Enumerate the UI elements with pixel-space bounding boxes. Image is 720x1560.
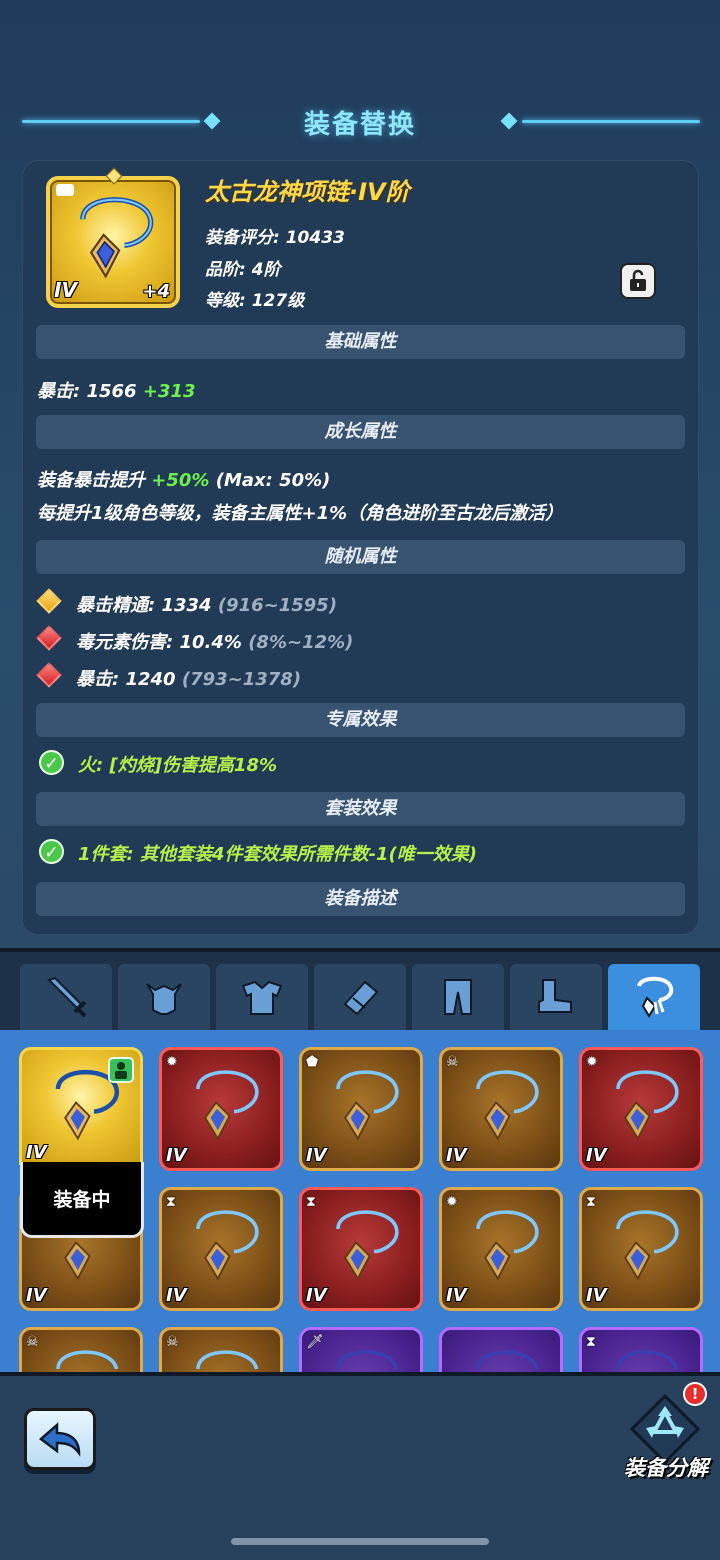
home-indicator[interactable] bbox=[231, 1538, 489, 1545]
random-stat-label: 毒元素伤害: 10.4% bbox=[76, 632, 242, 653]
sword-icon bbox=[47, 976, 87, 1018]
basic-stat: 暴击: 1566 +313 bbox=[37, 377, 196, 403]
random-stat-1: 暴击精通: 1334 (916~1595) bbox=[76, 591, 337, 617]
exclusive-effect: 火: [灼烧]伤害提高18% bbox=[78, 755, 278, 776]
inventory-item[interactable] bbox=[439, 1327, 563, 1372]
section-set: 套装效果 bbox=[36, 792, 685, 826]
necklace-icon bbox=[336, 1350, 399, 1370]
inventory-item[interactable]: ✹ IV bbox=[439, 1187, 563, 1311]
notification-badge: ! bbox=[683, 1382, 707, 1406]
basic-stat-label: 暴击: 1566 bbox=[37, 381, 137, 402]
check-icon: ✓ bbox=[39, 750, 64, 775]
necklace-icon bbox=[196, 1350, 259, 1370]
inventory-item[interactable]: ☠ bbox=[19, 1327, 143, 1372]
item-portrait[interactable]: IV +4 bbox=[46, 176, 180, 308]
unlock-icon bbox=[630, 269, 646, 291]
inventory-item[interactable]: ⧗ bbox=[579, 1327, 703, 1372]
tab-weapon[interactable] bbox=[20, 964, 112, 1030]
growth-stat-2: 每提升1级角色等级，装备主属性+1%（角色进阶至古龙后激活） bbox=[37, 503, 564, 524]
set-effect: 1件套: 其他套装4件套效果所需件数-1(唯一效果) bbox=[78, 844, 477, 865]
inventory-item[interactable]: ⧗ IV bbox=[579, 1187, 703, 1311]
section-random: 随机属性 bbox=[36, 540, 685, 574]
back-arrow-icon bbox=[39, 1422, 81, 1457]
inventory-item[interactable]: 🗡 bbox=[299, 1327, 423, 1372]
pants-icon bbox=[444, 979, 472, 1015]
item-grade: 品阶: 4阶 bbox=[205, 260, 281, 280]
necklace-icon bbox=[637, 976, 674, 1018]
necklace-icon bbox=[336, 1070, 399, 1141]
equipped-label: 装备中 bbox=[20, 1162, 144, 1238]
tab-boots[interactable] bbox=[510, 964, 602, 1030]
growth-stat-1: 装备暴击提升 +50% (Max: 50%) bbox=[37, 466, 330, 492]
section-description: 装备描述 bbox=[36, 882, 685, 916]
tier-numeral: IV bbox=[306, 1145, 327, 1166]
basic-stat-bonus: +313 bbox=[142, 381, 196, 402]
random-stat-range: (793~1378) bbox=[181, 669, 302, 690]
tier-numeral: IV bbox=[306, 1285, 327, 1306]
inventory-item[interactable]: ☠ bbox=[159, 1327, 283, 1372]
random-stat-2: 毒元素伤害: 10.4% (8%~12%) bbox=[76, 628, 353, 654]
armor-icon bbox=[241, 980, 283, 1015]
lock-button[interactable] bbox=[620, 263, 656, 299]
tier-numeral: IV bbox=[586, 1145, 607, 1166]
necklace-icon bbox=[336, 1210, 399, 1281]
item-name: 太古龙神项链·IV阶 bbox=[205, 178, 410, 206]
inventory-item[interactable]: ✹ IV bbox=[159, 1047, 283, 1171]
tab-helmet[interactable] bbox=[118, 964, 210, 1030]
inventory-item[interactable]: ⬟ IV bbox=[299, 1047, 423, 1171]
random-stat-3: 暴击: 1240 (793~1378) bbox=[76, 665, 301, 691]
section-exclusive: 专属效果 bbox=[36, 703, 685, 737]
check-icon: ✓ bbox=[39, 839, 64, 864]
item-score: 装备评分: 10433 bbox=[205, 228, 345, 248]
inventory-item[interactable]: ☠ IV bbox=[439, 1047, 563, 1171]
item-level: 等级: 127级 bbox=[205, 291, 305, 311]
back-button[interactable] bbox=[24, 1408, 96, 1470]
tier-numeral: IV bbox=[54, 278, 77, 302]
tier-numeral: IV bbox=[26, 1285, 47, 1306]
growth-stat-max: (Max: 50%) bbox=[215, 470, 331, 491]
tier-numeral: IV bbox=[586, 1285, 607, 1306]
necklace-icon bbox=[616, 1350, 679, 1370]
random-stat-range: (916~1595) bbox=[217, 595, 338, 616]
random-stat-range: (8%~12%) bbox=[248, 632, 354, 653]
boots-icon bbox=[538, 979, 572, 1013]
helmet-icon bbox=[146, 983, 182, 1015]
inventory-item[interactable]: ✹ IV bbox=[579, 1047, 703, 1171]
random-stat-label: 暴击精通: 1334 bbox=[76, 595, 212, 616]
inventory-item[interactable]: ⧗ IV bbox=[299, 1187, 423, 1311]
tab-bracer[interactable] bbox=[314, 964, 406, 1030]
inventory-item[interactable]: ⧗ IV bbox=[159, 1187, 283, 1311]
character-icon bbox=[108, 1057, 134, 1083]
necklace-icon bbox=[80, 197, 154, 279]
necklace-icon bbox=[196, 1070, 259, 1141]
necklace-icon bbox=[476, 1070, 539, 1141]
random-stat-label: 暴击: 1240 bbox=[76, 669, 176, 690]
necklace-icon bbox=[616, 1070, 679, 1141]
equipment-slot-tabs bbox=[0, 952, 720, 1030]
title-line-right bbox=[522, 120, 700, 123]
growth-stat-label: 装备暴击提升 bbox=[37, 470, 145, 491]
title-bar: 装备替换 bbox=[0, 100, 720, 144]
bracer-icon bbox=[343, 980, 379, 1016]
necklace-icon bbox=[56, 1350, 119, 1370]
tab-armor[interactable] bbox=[216, 964, 308, 1030]
tab-pants[interactable] bbox=[412, 964, 504, 1030]
tier-numeral: IV bbox=[26, 1142, 47, 1163]
tier-numeral: IV bbox=[166, 1285, 187, 1306]
necklace-icon bbox=[476, 1210, 539, 1281]
tier-numeral: IV bbox=[166, 1145, 187, 1166]
growth-stat-value: +50% bbox=[151, 470, 210, 491]
tab-necklace[interactable] bbox=[608, 964, 700, 1030]
section-basic: 基础属性 bbox=[36, 325, 685, 359]
enhance-level: +4 bbox=[142, 281, 170, 302]
section-growth: 成长属性 bbox=[36, 415, 685, 449]
hat-icon bbox=[56, 184, 74, 196]
necklace-icon bbox=[616, 1210, 679, 1281]
tier-numeral: IV bbox=[446, 1285, 467, 1306]
dismantle-label[interactable]: 装备分解 bbox=[612, 1452, 720, 1482]
necklace-icon bbox=[196, 1210, 259, 1281]
tier-numeral: IV bbox=[446, 1145, 467, 1166]
necklace-icon bbox=[476, 1350, 539, 1370]
